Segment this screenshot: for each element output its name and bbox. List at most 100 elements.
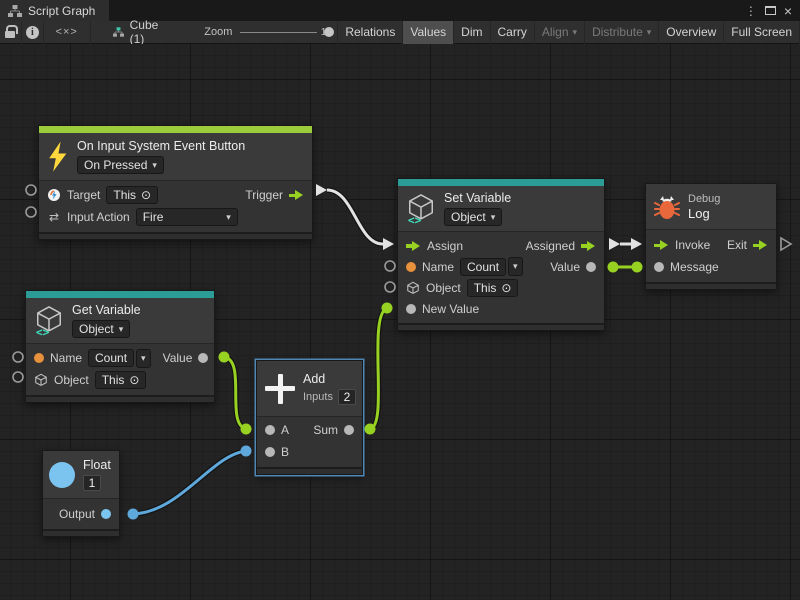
chevron-down-icon[interactable]: ▾ bbox=[136, 349, 151, 368]
input-action-dropdown[interactable]: Fire▾ bbox=[136, 208, 238, 226]
node-footer bbox=[257, 467, 362, 474]
node-add[interactable]: Add Inputs 2 A Sum B bbox=[256, 360, 363, 475]
name-input-port[interactable] bbox=[34, 353, 44, 363]
assigned-output-port[interactable] bbox=[581, 240, 596, 252]
chevron-down-icon: ▾ bbox=[573, 27, 578, 38]
message-input-port[interactable] bbox=[654, 262, 664, 272]
svg-text:<>: <> bbox=[36, 326, 50, 337]
target-icon: ⊙ bbox=[141, 188, 151, 202]
a-input-port[interactable] bbox=[265, 425, 275, 435]
svg-text:<>: <> bbox=[408, 214, 422, 225]
invoke-input-port[interactable] bbox=[654, 239, 669, 251]
port-row-target: Target This⊙ Trigger bbox=[39, 184, 312, 206]
port-row-name: Name Count ▾ Value bbox=[26, 347, 214, 369]
get-variable-kind-dropdown[interactable]: Object▾ bbox=[72, 320, 130, 338]
zoom-slider-handle[interactable] bbox=[324, 27, 334, 37]
value-output-port[interactable] bbox=[198, 353, 208, 363]
variable-cube-icon: <> bbox=[34, 305, 64, 337]
info-icon: i bbox=[26, 26, 39, 39]
node-title: Log bbox=[688, 206, 710, 221]
info-button[interactable]: i bbox=[22, 21, 44, 44]
event-color-bar bbox=[39, 126, 312, 133]
exit-output-port[interactable] bbox=[753, 239, 768, 251]
chevron-down-icon: ▾ bbox=[491, 212, 496, 223]
align-button[interactable]: Align▾ bbox=[535, 21, 585, 44]
lock-button[interactable] bbox=[0, 21, 22, 44]
toolbar-buttons: Relations Values Dim Carry Align▾ Distri… bbox=[337, 21, 800, 44]
event-mode-dropdown[interactable]: On Pressed▾ bbox=[77, 156, 164, 174]
graph-icon bbox=[8, 5, 22, 17]
chevron-down-icon[interactable]: ▾ bbox=[508, 257, 523, 276]
relations-button[interactable]: Relations bbox=[337, 21, 403, 44]
port-row-object: Object This⊙ bbox=[26, 369, 214, 391]
b-input-port[interactable] bbox=[265, 447, 275, 457]
values-button[interactable]: Values bbox=[403, 21, 454, 44]
chevron-down-icon: ▾ bbox=[226, 212, 231, 223]
lock-icon bbox=[5, 31, 15, 38]
node-get-variable[interactable]: <> Get Variable Object▾ Name Count ▾ Val… bbox=[25, 290, 215, 403]
assign-input-port[interactable] bbox=[406, 240, 421, 252]
name-dropdown[interactable]: Count ▾ bbox=[460, 257, 523, 276]
new-value-input-port[interactable] bbox=[406, 304, 416, 314]
node-title: Get Variable bbox=[72, 303, 141, 317]
port-row-a: A Sum bbox=[257, 419, 362, 441]
name-input-port[interactable] bbox=[406, 262, 416, 272]
port-row-output: Output bbox=[43, 503, 119, 525]
breadcrumb[interactable]: Cube (1) bbox=[113, 18, 167, 46]
chevron-down-icon: ▾ bbox=[152, 160, 157, 171]
variable-cube-icon: <> bbox=[406, 193, 436, 225]
zoom-slider-track bbox=[240, 32, 316, 34]
dim-button[interactable]: Dim bbox=[454, 21, 490, 44]
output-port[interactable] bbox=[101, 509, 111, 519]
node-footer bbox=[646, 282, 776, 289]
zoom-slider[interactable] bbox=[240, 21, 316, 44]
target-icon: ⊙ bbox=[501, 281, 511, 295]
close-icon[interactable]: × bbox=[784, 4, 792, 18]
node-footer bbox=[43, 529, 119, 536]
node-on-input-system-event-button[interactable]: On Input System Event Button On Pressed▾… bbox=[38, 125, 313, 240]
plus-icon bbox=[265, 374, 295, 404]
target-this-button[interactable]: This⊙ bbox=[106, 186, 158, 204]
port-row-b: B bbox=[257, 441, 362, 463]
full-screen-button[interactable]: Full Screen bbox=[724, 21, 800, 44]
sum-output-port[interactable] bbox=[344, 425, 354, 435]
node-set-variable[interactable]: <> Set Variable Object▾ Assign Assigned bbox=[397, 178, 605, 331]
target-icon: ⊙ bbox=[129, 373, 139, 387]
script-graph-window: Script Graph ⋮ × i <×> Cube (1) Zoom 1x bbox=[0, 0, 800, 600]
variable-color-bar bbox=[398, 179, 604, 186]
object-this-button[interactable]: This⊙ bbox=[95, 371, 147, 389]
overview-button[interactable]: Overview bbox=[659, 21, 724, 44]
node-title: Float bbox=[83, 458, 111, 472]
graph-crumb-icon bbox=[113, 26, 124, 38]
menu-kebab-icon[interactable]: ⋮ bbox=[745, 5, 757, 17]
node-debug-log[interactable]: Debug Log Invoke Exit Message bbox=[645, 183, 777, 290]
tab-title: Script Graph bbox=[28, 4, 95, 18]
float-circle-icon bbox=[49, 462, 75, 488]
port-row-input-action: ⇄ Input Action Fire▾ bbox=[39, 206, 312, 228]
object-this-button[interactable]: This⊙ bbox=[467, 279, 519, 297]
maximize-icon[interactable] bbox=[765, 6, 776, 15]
node-footer bbox=[39, 232, 312, 239]
node-category: Debug bbox=[688, 193, 720, 205]
port-row-message: Message bbox=[646, 256, 776, 278]
graph-toolbar: i <×> Cube (1) Zoom 1x Relations Values … bbox=[0, 21, 800, 44]
node-float[interactable]: Float 1 Output bbox=[42, 450, 120, 537]
carry-button[interactable]: Carry bbox=[491, 21, 535, 44]
inputs-count-field[interactable]: 2 bbox=[338, 389, 356, 405]
breadcrumb-label: Cube (1) bbox=[130, 18, 167, 46]
tab-script-graph[interactable]: Script Graph bbox=[0, 0, 109, 21]
trigger-output-port[interactable] bbox=[289, 189, 304, 201]
set-variable-kind-dropdown[interactable]: Object▾ bbox=[444, 208, 502, 226]
object-cube-icon bbox=[406, 281, 420, 295]
distribute-button[interactable]: Distribute▾ bbox=[585, 21, 659, 44]
chevron-down-icon: ▾ bbox=[647, 27, 652, 38]
value-output-port[interactable] bbox=[586, 262, 596, 272]
lightning-bolt-icon bbox=[47, 142, 69, 172]
zoom-to-fit-button[interactable]: <×> bbox=[44, 21, 91, 44]
name-dropdown[interactable]: Count ▾ bbox=[88, 349, 151, 368]
variable-color-bar bbox=[26, 291, 214, 298]
float-value-field[interactable]: 1 bbox=[83, 475, 101, 491]
input-system-icon bbox=[47, 188, 61, 202]
node-footer bbox=[26, 395, 214, 402]
graph-canvas[interactable]: On Input System Event Button On Pressed▾… bbox=[0, 44, 800, 600]
